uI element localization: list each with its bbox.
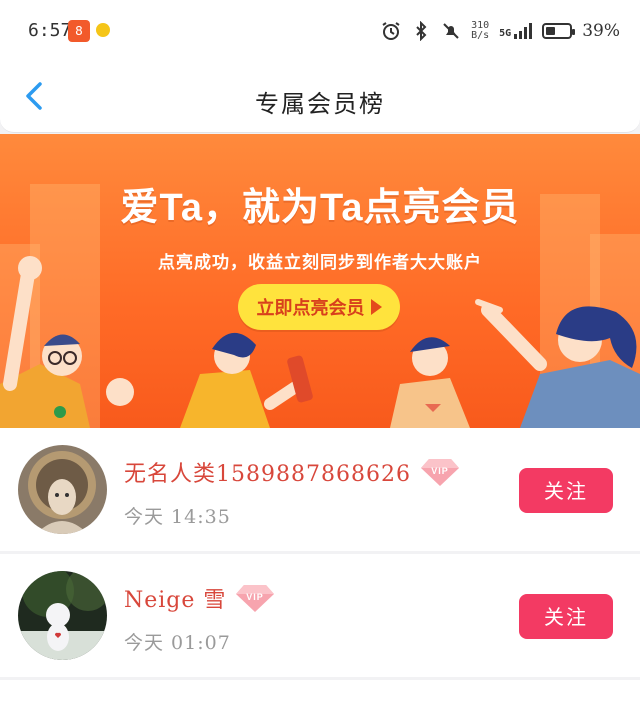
banner-headline: 爱Ta，就为Ta点亮会员 (120, 187, 520, 229)
battery-percent: 39% (582, 21, 620, 41)
mute-icon (441, 21, 461, 41)
network-speed: 310 B/s (471, 20, 490, 41)
status-icons: 310 B/s 5G 39% (381, 16, 620, 46)
chat-app-icon (96, 23, 110, 37)
avatar[interactable] (18, 445, 107, 534)
list-item[interactable]: Neige 雪 VIP 今天 01:07 关注 (0, 554, 640, 677)
follow-button[interactable]: 关注 (519, 594, 613, 639)
vip-badge: VIP (420, 457, 459, 487)
vip-badge: VIP (236, 583, 275, 613)
membership-banner[interactable]: 爱Ta，就为Ta点亮会员 点亮成功，收益立刻同步到作者大大账户 立即点亮会员 (0, 134, 640, 428)
activate-membership-button[interactable]: 立即点亮会员 (238, 284, 400, 330)
alarm-icon (381, 21, 401, 41)
status-time: 6:57 (28, 20, 72, 41)
member-activity-time: 今天 01:07 (124, 632, 231, 654)
battery-icon (542, 23, 576, 39)
signal-icon (514, 23, 533, 39)
member-name: Neige 雪 VIP (124, 582, 275, 614)
member-name: 无名人类1589887868626 VIP (124, 456, 459, 488)
play-arrow-icon (370, 299, 382, 315)
signal-indicator: 5G (499, 23, 533, 39)
list-item[interactable]: 无名人类1589887868626 VIP 今天 14:35 关注 (0, 428, 640, 551)
status-bar: 6:57 8 310 B/s 5G 39% (0, 0, 640, 60)
follow-button[interactable]: 关注 (519, 468, 613, 513)
member-activity-time: 今天 14:35 (124, 506, 231, 528)
svg-text:VIP: VIP (247, 592, 265, 602)
member-list: 无名人类1589887868626 VIP 今天 14:35 关注 Neige … (0, 428, 640, 720)
svg-text:VIP: VIP (431, 466, 449, 476)
avatar[interactable] (18, 571, 107, 660)
page-title: 专属会员榜 (255, 90, 385, 118)
app-notification-icon: 8 (68, 20, 90, 42)
list-item-partial (0, 680, 640, 720)
activate-membership-label: 立即点亮会员 (256, 298, 365, 319)
bluetooth-icon (411, 20, 431, 42)
page-header: 专属会员榜 (0, 60, 640, 133)
banner-subtext: 点亮成功，收益立刻同步到作者大大账户 (158, 253, 482, 273)
